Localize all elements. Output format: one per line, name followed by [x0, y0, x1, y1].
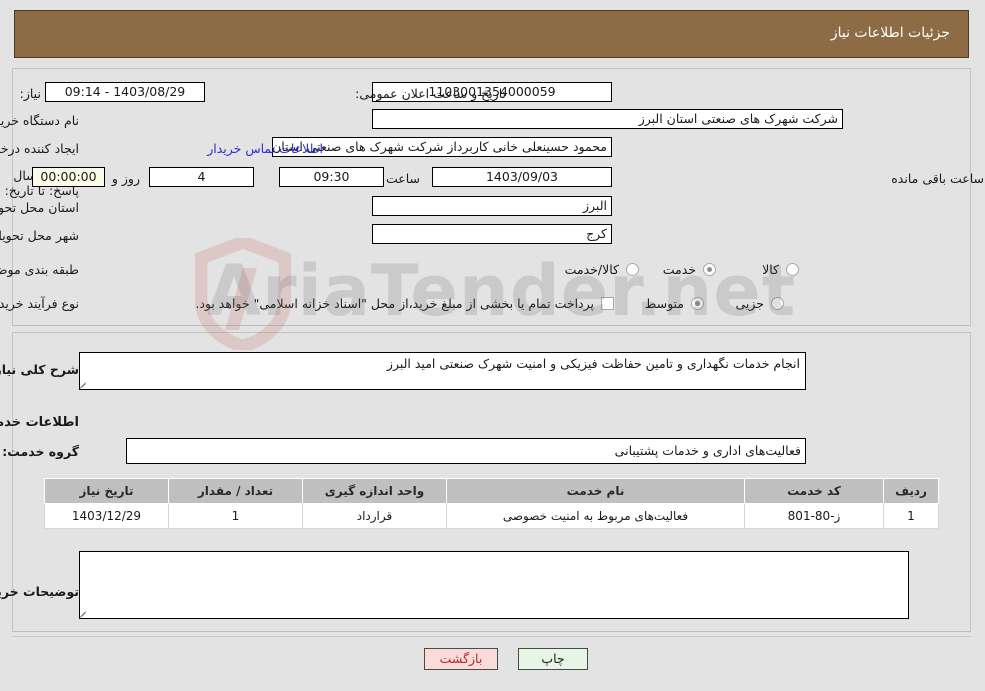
col-service-code: کد خدمت — [745, 478, 885, 504]
countdown-value: 00:00:00 — [33, 167, 106, 187]
city-value: کرج — [373, 224, 613, 244]
cell-row: 1 — [884, 503, 940, 529]
radio-label-khedmat: خدمت — [663, 262, 697, 277]
deadline-date-value: 1403/09/03 — [433, 167, 613, 187]
cell-service-name: فعالیت‌های مربوط به امنیت خصوصی — [447, 503, 746, 529]
cell-service-code: ز-80-801 — [745, 503, 885, 529]
col-need-date: تاریخ نیاز — [45, 478, 170, 504]
service-group-value: فعالیت‌های اداری و خدمات پشتیبانی — [127, 438, 807, 464]
treasury-checkbox-label: پرداخت تمام یا بخشی از مبلغ خرید،از محل … — [196, 296, 595, 311]
buyer-org-value: شرکت شهرک های صنعتی استان البرز — [373, 109, 844, 129]
page-title: جزئیات اطلاعات نیاز — [831, 25, 951, 41]
cell-need-date: 1403/12/29 — [45, 503, 170, 529]
process-label: نوع فرآیند خرید : — [0, 296, 80, 311]
announce-datetime-value: 1403/08/29 - 09:14 — [46, 82, 206, 102]
table-header-row: ردیف کد خدمت نام خدمت واحد اندازه گیری ت… — [45, 478, 940, 504]
col-service-name: نام خدمت — [447, 478, 746, 504]
service-section-heading: اطلاعات خدمات مورد نیاز — [0, 415, 80, 430]
radio-process-motevaset[interactable] — [692, 297, 705, 310]
radio-category-kala-khedmat[interactable] — [627, 263, 640, 276]
hour-label: ساعت — [386, 171, 421, 186]
buyer-notes-value[interactable] — [80, 551, 910, 619]
buyer-contact-link[interactable]: اطلاعات تماس خریدار — [208, 141, 324, 156]
remaining-days-value: 4 — [150, 167, 255, 187]
buyer-org-label: نام دستگاه خریدار: — [0, 113, 80, 128]
days-label: روز و — [112, 171, 141, 186]
radio-label-motevaset: متوسط — [645, 296, 685, 311]
service-group-label: گروه خدمت: — [3, 444, 80, 459]
buyer-notes-label: توضیحات خریدار: — [0, 584, 80, 599]
cell-quantity: 1 — [169, 503, 304, 529]
radio-process-jozi[interactable] — [772, 297, 785, 310]
radio-label-jozi: جزیی — [736, 296, 765, 311]
col-unit: واحد اندازه گیری — [303, 478, 448, 504]
radio-category-kala[interactable] — [787, 263, 800, 276]
category-label: طبقه بندی موضوعی: — [0, 262, 80, 277]
col-quantity: تعداد / مقدار — [169, 478, 304, 504]
col-row: ردیف — [884, 478, 940, 504]
deadline-time-value: 09:30 — [280, 167, 385, 187]
general-desc-label: شرح کلی نیاز: — [0, 362, 80, 377]
radio-category-khedmat[interactable] — [704, 263, 717, 276]
province-label: استان محل تحویل: — [0, 200, 80, 215]
page-header: جزئیات اطلاعات نیاز — [15, 10, 970, 58]
print-button[interactable]: چاپ — [519, 648, 589, 670]
back-button[interactable]: بازگشت — [425, 648, 499, 670]
city-label: شهر محل تحویل: — [0, 228, 80, 243]
services-table: ردیف کد خدمت نام خدمت واحد اندازه گیری ت… — [45, 478, 940, 529]
radio-label-kala: کالا — [763, 262, 780, 277]
province-value: البرز — [373, 196, 613, 216]
requester-value: محمود حسینعلی خانی کاربرداز شرکت شهرک ها… — [273, 137, 613, 157]
radio-label-kala-khedmat: کالا/خدمت — [565, 262, 620, 277]
checkbox-treasury-documents[interactable] — [602, 297, 615, 310]
cell-unit: قرارداد — [303, 503, 448, 529]
general-desc-value[interactable]: انجام خدمات نگهداری و تامین حفاظت فیزیکی… — [80, 352, 807, 390]
announce-datetime-label: تاریخ و ساعت اعلان عمومی: — [356, 86, 507, 101]
requester-label: ایجاد کننده درخواست: — [0, 141, 80, 156]
table-row: 1 ز-80-801 فعالیت‌های مربوط به امنیت خصو… — [45, 503, 940, 529]
remaining-label: ساعت باقی مانده — [892, 171, 985, 186]
